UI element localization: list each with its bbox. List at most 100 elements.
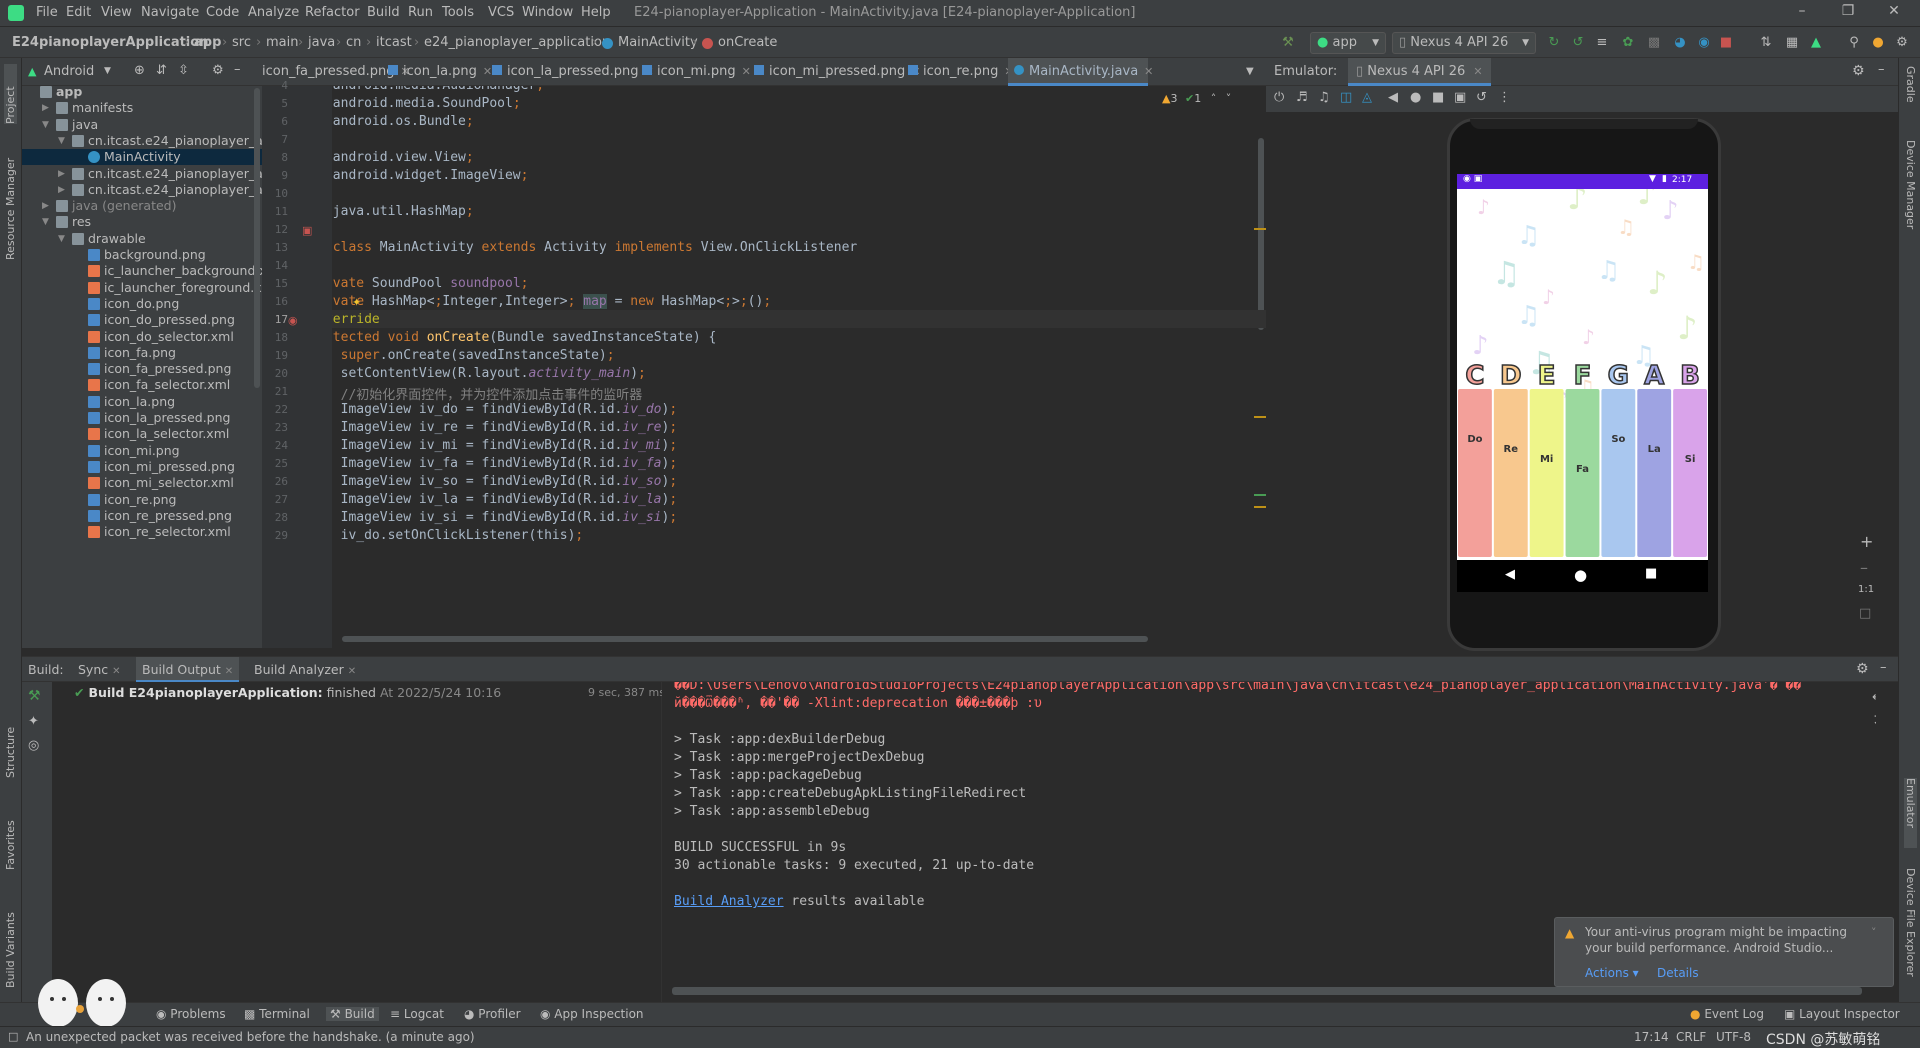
breadcrumb-project[interactable]: E24pianoplayerApplication — [12, 35, 208, 50]
stop-icon[interactable]: ■ — [1718, 35, 1734, 51]
device-select[interactable]: ▯ Nexus 4 API 26 ▼ — [1392, 32, 1536, 54]
sdk-manager-icon[interactable]: ▲ — [1808, 35, 1824, 51]
chevron-icon[interactable]: ▶ — [42, 198, 49, 214]
status-message[interactable]: An unexpected packet was received before… — [26, 1030, 475, 1044]
menu-edit[interactable]: Edit — [66, 5, 91, 20]
tree-item[interactable]: icon_fa_pressed.png — [22, 361, 262, 377]
code-editor[interactable]: ▲3 ✔1 ˄ ˅ import android.media.AudioMana… — [332, 86, 1266, 648]
tree-scrollbar[interactable] — [254, 88, 260, 388]
chevron-icon[interactable]: ▶ — [58, 182, 65, 198]
code-line[interactable]: private HashMap<;Integer,Integer>; map =… — [332, 294, 771, 309]
code-line[interactable]: ImageView iv_fa = findViewById(R.id.iv_f… — [332, 456, 678, 471]
breadcrumb-itcast[interactable]: itcast — [376, 35, 412, 50]
chevron-down-icon[interactable]: ˅ — [1871, 926, 1877, 939]
close-icon[interactable]: ✕ — [1144, 65, 1153, 78]
chevron-up-icon[interactable]: ˄ — [1211, 92, 1217, 105]
piano-key-do[interactable] — [1458, 389, 1492, 557]
code-line[interactable]: ImageView iv_la = findViewById(R.id.iv_l… — [332, 492, 678, 507]
more-options-icon[interactable]: ⋮ — [1498, 90, 1511, 105]
hammer-icon[interactable]: ⚒ — [28, 688, 41, 704]
code-line[interactable]: public class MainActivity extends Activi… — [332, 240, 857, 255]
toolwindow-terminal[interactable]: ▩ Terminal — [244, 1007, 310, 1021]
tree-item[interactable]: ic_launcher_foreground.xml — [22, 280, 262, 296]
menu-run[interactable]: Run — [408, 5, 433, 20]
close-icon[interactable]: ✕ — [225, 666, 233, 677]
stripe-device-manager[interactable]: Device Manager — [1904, 140, 1917, 250]
code-line[interactable]: //初始化界面控件，并为控件添加点击事件的监听器 — [332, 384, 643, 403]
breadcrumb-class[interactable]: MainActivity — [618, 35, 698, 50]
zoom-in-icon[interactable]: + — [1860, 532, 1873, 551]
build-analyzer-link[interactable]: Build Analyzer — [674, 894, 784, 909]
stripe-emulator[interactable]: Emulator — [1904, 778, 1917, 848]
avd-manager-icon[interactable]: ▦ — [1784, 35, 1800, 51]
toolwindow-problems[interactable]: ◉ Problems — [156, 1007, 226, 1021]
tab-icon-la[interactable]: icon_la.png ✕ — [382, 58, 492, 86]
project-view-select[interactable]: Android — [44, 64, 94, 79]
toolwindow-app-inspection[interactable]: ◉ App Inspection — [540, 1007, 644, 1021]
stripe-resource-manager[interactable]: Resource Manager — [4, 140, 17, 260]
breadcrumb-package[interactable]: e24_pianoplayer_application — [424, 35, 610, 50]
tree-item[interactable]: icon_do_selector.xml — [22, 329, 262, 345]
menu-refactor[interactable]: Refactor — [305, 5, 360, 20]
phone-screen[interactable]: ♪♫♪♫♪♫♪♫♪♫♪♫♪♫♪♫♪♫♪♫♪♫ CDEFGAB DoReMiFaS… — [1457, 174, 1708, 592]
override-gutter-icon[interactable]: ◉ — [288, 314, 298, 327]
home-icon[interactable]: ● — [1574, 566, 1587, 584]
caret-position[interactable]: 17:14 — [1634, 1030, 1669, 1044]
tree-item[interactable]: icon_re_selector.xml — [22, 524, 262, 540]
gear-icon[interactable]: ⚙ — [212, 63, 224, 78]
code-line[interactable]: ImageView iv_si = findViewById(R.id.iv_s… — [332, 510, 678, 525]
attach-icon[interactable]: ▩ — [1646, 35, 1662, 51]
horizontal-scrollbar[interactable] — [672, 987, 1862, 995]
hide-icon[interactable]: – — [1878, 62, 1885, 77]
stripe-device-file-explorer[interactable]: Device File Explorer — [1904, 868, 1917, 998]
debug-icon[interactable]: ✿ — [1620, 35, 1636, 51]
stripe-favorites[interactable]: Favorites — [4, 808, 17, 870]
close-icon[interactable]: ✕ — [1884, 3, 1904, 19]
chevron-down-icon[interactable]: ˅ — [1226, 92, 1232, 105]
tree-item[interactable]: icon_mi_pressed.png — [22, 459, 262, 475]
tree-item[interactable]: MainActivity — [22, 149, 262, 166]
tree-item[interactable]: icon_re.png — [22, 492, 262, 508]
minimize-icon[interactable]: – — [1792, 3, 1812, 19]
screenshot-icon[interactable]: ▣ — [1454, 90, 1466, 105]
tree-item[interactable]: icon_do.png — [22, 296, 262, 312]
tree-item[interactable]: icon_la.png — [22, 394, 262, 410]
tree-item[interactable]: icon_fa_selector.xml — [22, 377, 262, 393]
tree-item[interactable]: app — [22, 86, 262, 100]
tab-icon-la-pressed[interactable]: icon_la_pressed.png✕ — [486, 58, 654, 86]
chevron-icon[interactable]: ▼ — [58, 133, 65, 149]
tree-item[interactable]: ▼ drawable — [22, 231, 262, 247]
snapshot-icon[interactable]: ↺ — [1476, 90, 1487, 105]
piano-key-la[interactable] — [1637, 389, 1672, 557]
expand-all-icon[interactable]: ⇵ — [156, 63, 167, 78]
hide-icon[interactable]: – — [1880, 660, 1887, 675]
gear-icon[interactable]: ⚙ — [1856, 661, 1869, 677]
code-line[interactable]: @Override — [332, 312, 380, 327]
piano-key-si[interactable] — [1673, 389, 1707, 557]
chevron-icon[interactable]: ▼ — [58, 231, 65, 247]
close-icon[interactable]: ✕ — [112, 666, 120, 677]
stripe-gradle[interactable]: Gradle — [1904, 66, 1917, 126]
tree-item[interactable]: icon_la_pressed.png — [22, 410, 262, 426]
eye-icon[interactable]: ◎ — [28, 738, 39, 753]
menu-help[interactable]: Help — [581, 5, 611, 20]
menu-view[interactable]: View — [101, 5, 132, 20]
tree-item[interactable]: ▼ java — [22, 117, 262, 133]
locate-icon[interactable]: ⊕ — [134, 63, 145, 78]
toolwindow-profiler[interactable]: ◕ Profiler — [464, 1007, 521, 1021]
menu-navigate[interactable]: Navigate — [141, 5, 199, 20]
warning-marker[interactable] — [1254, 416, 1266, 418]
coverage-icon[interactable]: ◉ — [1696, 35, 1712, 51]
code-line[interactable]: import android.media.SoundPool; — [332, 96, 521, 111]
rotate-right-icon[interactable]: ◬ — [1362, 90, 1372, 105]
tree-item[interactable]: ic_launcher_background.xml — [22, 263, 262, 279]
menu-file[interactable]: File — [36, 5, 58, 20]
tab-build-analyzer[interactable]: Build Analyzer ✕ — [254, 662, 356, 677]
menu-tools[interactable]: Tools — [442, 5, 474, 20]
toolwindow-layout-inspector[interactable]: ▣ Layout Inspector — [1784, 1007, 1900, 1021]
code-line[interactable]: setContentView(R.layout.activity_main); — [332, 366, 646, 381]
code-line[interactable]: import android.widget.ImageView; — [332, 168, 529, 183]
back-icon[interactable]: ◀ — [1505, 567, 1515, 582]
tree-item[interactable]: background.png — [22, 247, 262, 263]
update-icon[interactable]: ● — [1870, 35, 1886, 51]
